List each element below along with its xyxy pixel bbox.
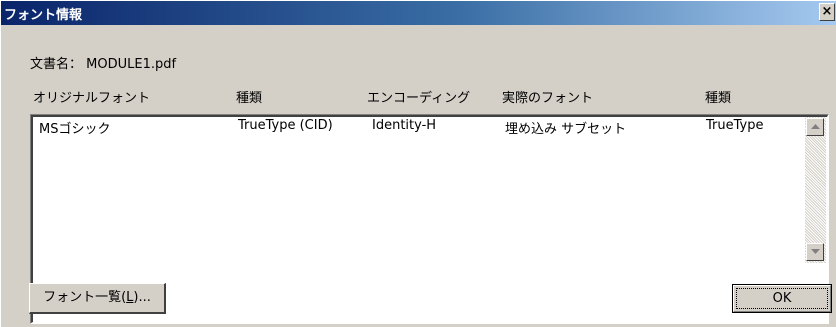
ok-button[interactable]: OK <box>732 284 832 313</box>
ok-button-label: OK <box>772 291 792 306</box>
font-list-button-label-prefix: フォント一覧( <box>43 290 127 305</box>
document-filename: MODULE1.pdf <box>86 57 177 72</box>
scroll-up-button[interactable] <box>806 118 824 136</box>
cell-original-font: MSゴシック <box>39 122 111 137</box>
title-bar[interactable]: フォント情報 × <box>1 1 836 25</box>
column-header-original-font: オリジナルフォント <box>33 91 151 106</box>
font-list-button[interactable]: フォント一覧(L)... <box>29 283 166 314</box>
close-button[interactable]: × <box>819 3 835 21</box>
column-header-encoding: エンコーディング <box>367 91 471 106</box>
column-header-type: 種類 <box>236 91 263 106</box>
scroll-down-button[interactable] <box>806 243 824 261</box>
vertical-scrollbar[interactable] <box>805 117 826 263</box>
column-header-actual-font: 実際のフォント <box>502 91 594 106</box>
close-icon: × <box>821 4 833 19</box>
cell-encoding: Identity-H <box>372 118 437 133</box>
cell-actual-font: 埋め込み サブセット <box>505 122 627 137</box>
cell-actual-type: TrueType <box>706 118 764 133</box>
document-name-label: 文書名： <box>30 57 83 72</box>
window-title: フォント情報 <box>4 8 83 23</box>
cell-type: TrueType (CID) <box>238 118 333 133</box>
font-info-dialog: フォント情報 × 文書名： MODULE1.pdf オリジナルフォント 種類 エ… <box>0 0 836 327</box>
arrow-up-icon <box>811 124 820 129</box>
column-header-actual-type: 種類 <box>705 91 732 106</box>
document-name: 文書名： MODULE1.pdf <box>30 53 176 72</box>
arrow-down-icon <box>811 249 820 254</box>
font-list-button-label-suffix: )... <box>133 290 151 305</box>
